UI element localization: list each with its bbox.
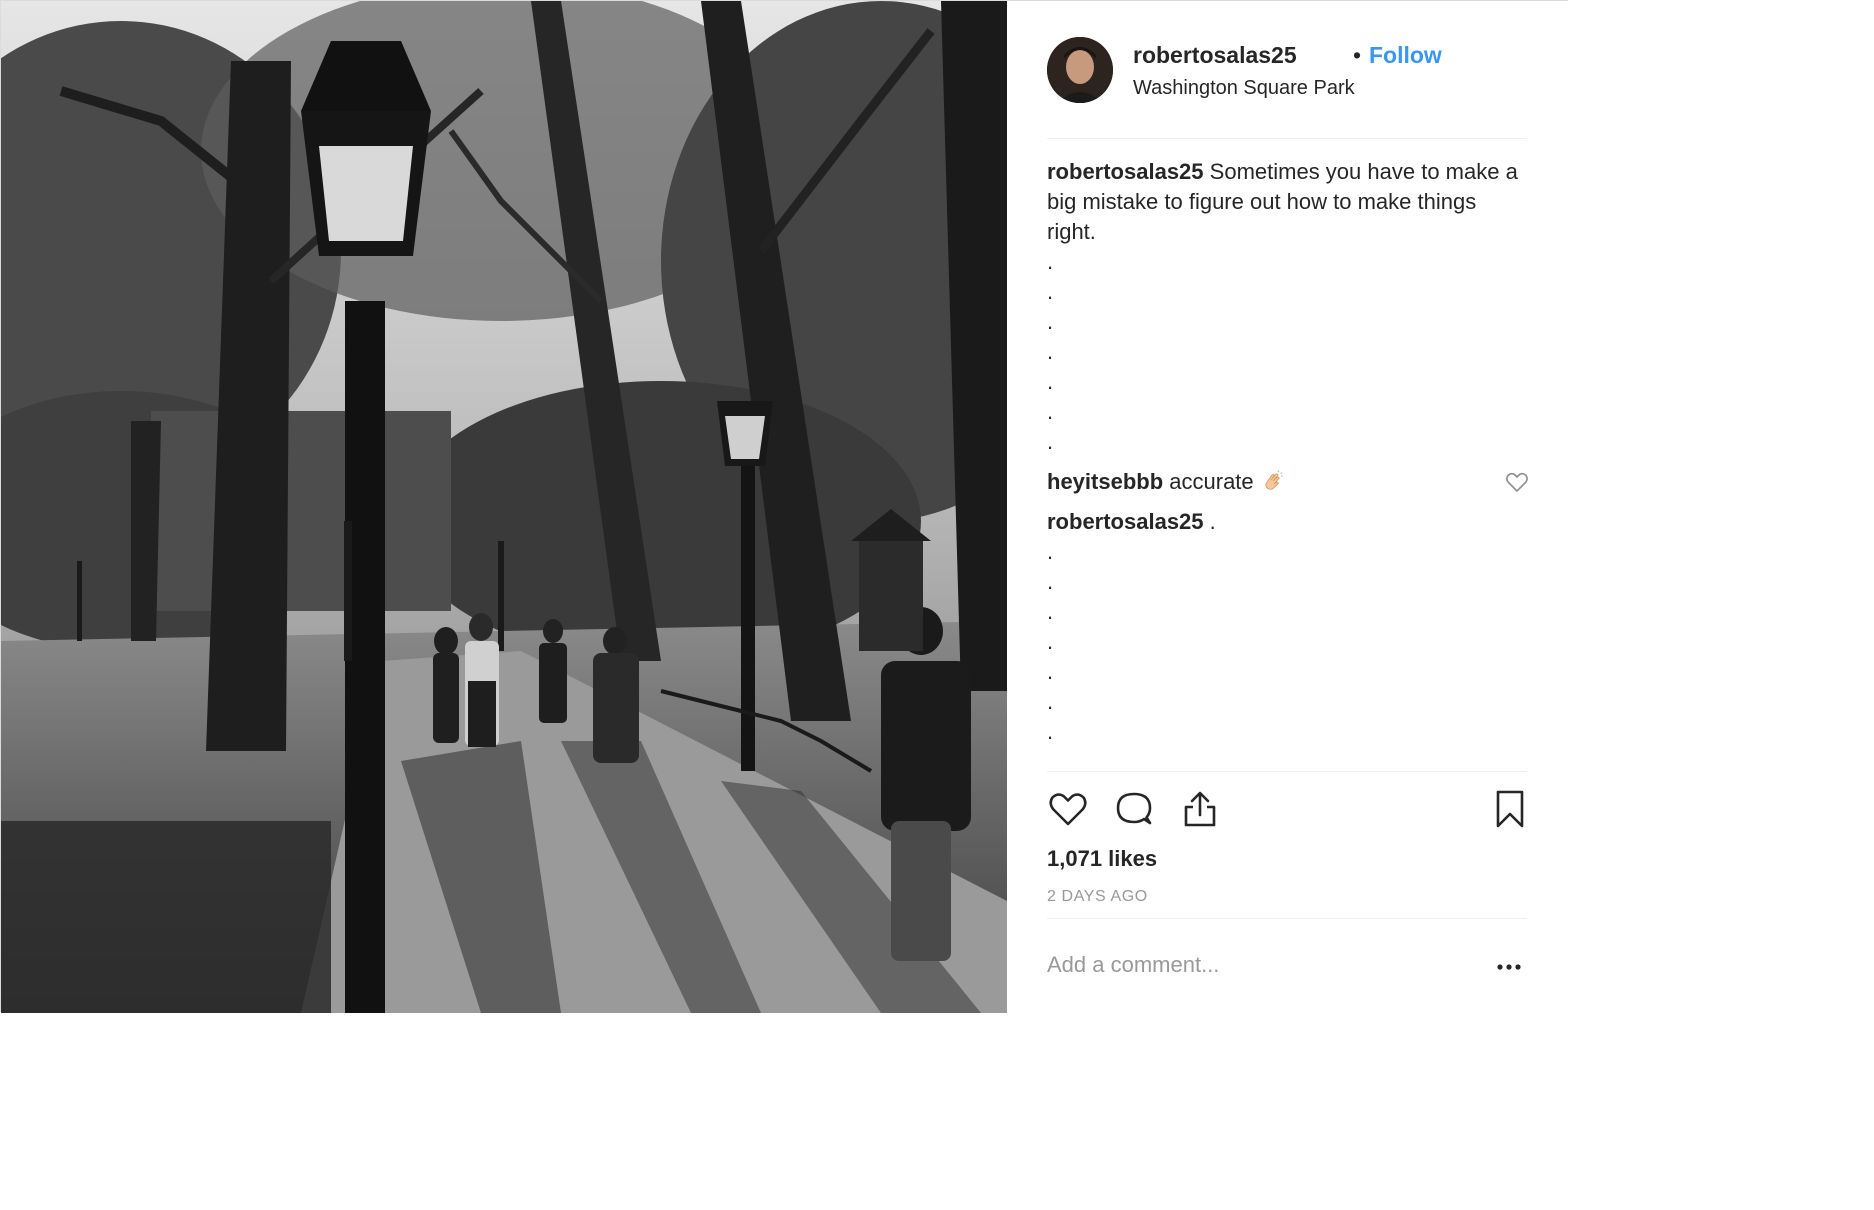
caption-dot: . xyxy=(1047,429,1054,454)
comment-dot: . xyxy=(1047,659,1054,684)
post-header: robertosalas25 • Follow Washington Squar… xyxy=(1047,31,1527,139)
comment-text: . xyxy=(1209,509,1216,534)
more-options-icon[interactable] xyxy=(1495,951,1525,981)
comment-icon[interactable] xyxy=(1113,788,1155,830)
header-separator: • xyxy=(1353,42,1362,68)
caption-dot: . xyxy=(1047,399,1054,424)
post-timestamp[interactable]: 2 DAYS AGO xyxy=(1047,888,1148,906)
caption-dot: . xyxy=(1047,249,1054,274)
clapping-hands-emoji-icon xyxy=(1262,470,1284,492)
likes-count[interactable]: 1,071 likes xyxy=(1047,846,1157,872)
bookmark-icon[interactable] xyxy=(1489,788,1531,830)
comment-text: accurate xyxy=(1169,469,1254,494)
heart-icon[interactable] xyxy=(1047,788,1089,830)
caption-dot: . xyxy=(1047,339,1054,364)
comments-list: robertosalas25 Sometimes you have to mak… xyxy=(1047,157,1529,747)
comment-item: heyitsebbb accurate xyxy=(1047,467,1529,497)
comment-dot: . xyxy=(1047,569,1054,594)
comment-dot: . xyxy=(1047,539,1054,564)
comment-dot: . xyxy=(1047,599,1054,624)
instagram-post: robertosalas25 • Follow Washington Squar… xyxy=(0,0,1569,1013)
park-scene-image xyxy=(1,1,1007,1013)
caption-dot: . xyxy=(1047,279,1054,304)
comment-dots: . . . . . . . xyxy=(1047,537,1527,747)
comment-username[interactable]: robertosalas25 xyxy=(1047,509,1204,534)
follow-button[interactable]: Follow xyxy=(1369,42,1442,69)
location-link[interactable]: Washington Square Park xyxy=(1133,77,1355,100)
post-caption: robertosalas25 Sometimes you have to mak… xyxy=(1047,157,1527,247)
caption-dots: . . . . . . . xyxy=(1047,247,1527,457)
caption-dot: . xyxy=(1047,369,1054,394)
add-comment-input[interactable] xyxy=(1047,945,1467,985)
user-avatar[interactable] xyxy=(1047,37,1113,103)
comment-dot: . xyxy=(1047,689,1054,714)
header-username[interactable]: robertosalas25 xyxy=(1133,42,1297,69)
like-comment-heart-icon[interactable] xyxy=(1505,471,1529,493)
caption-dot: . xyxy=(1047,309,1054,334)
caption-username[interactable]: robertosalas25 xyxy=(1047,159,1204,184)
comment-dot: . xyxy=(1047,719,1054,744)
post-photo[interactable] xyxy=(1,1,1007,1013)
comment-item: robertosalas25 . xyxy=(1047,507,1527,537)
share-icon[interactable] xyxy=(1179,788,1221,830)
action-bar: 1,071 likes 2 DAYS AGO xyxy=(1047,771,1527,919)
comment-username[interactable]: heyitsebbb xyxy=(1047,469,1163,494)
post-details-panel: robertosalas25 • Follow Washington Squar… xyxy=(1007,1,1569,1013)
comment-dot: . xyxy=(1047,629,1054,654)
